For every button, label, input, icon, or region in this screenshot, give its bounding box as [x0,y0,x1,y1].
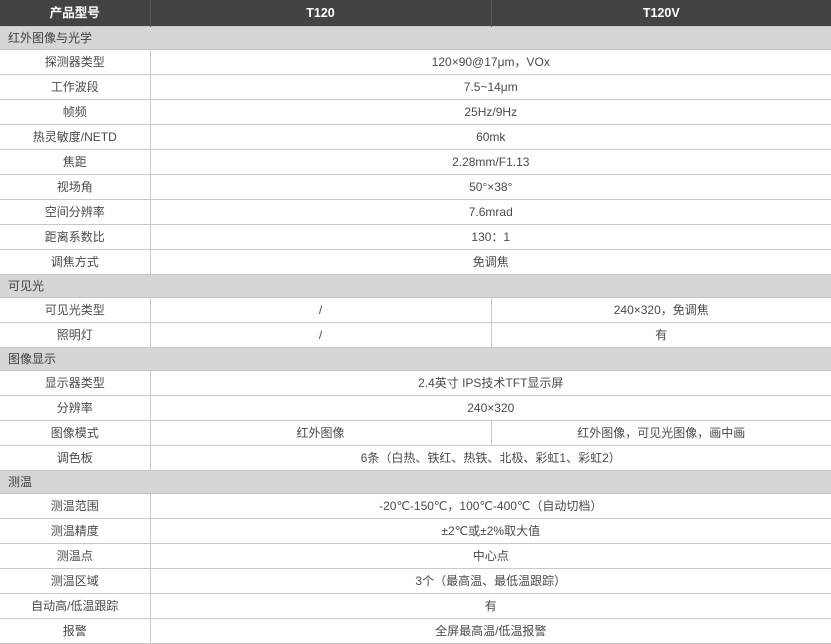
row-label: 帧频 [0,99,151,125]
row-label: 距离系数比 [0,224,151,250]
row-label: 热灵敏度/NETD [0,124,151,150]
table-row: 自动高/低温跟踪有 [0,593,831,619]
section-header-row: 红外图像与光学 [0,26,831,50]
row-label: 测温范围 [0,493,151,519]
row-label: 显示器类型 [0,370,151,396]
row-value-shared: 中心点 [150,543,831,569]
row-value-shared: 3个（最高温、最低温跟踪） [150,568,831,594]
row-value-shared: 全屏最高温/低温报警 [150,618,831,644]
table-row: 热灵敏度/NETD 60mk [0,124,831,150]
row-label: 照明灯 [0,322,151,348]
table-row: 距离系数比 130：1 [0,224,831,250]
table-row: 图像模式 红外图像 红外图像，可见光图像，画中画 [0,420,831,446]
table-row: 空间分辨率 7.6mrad [0,199,831,225]
table-row: 测温点 中心点 [0,543,831,569]
section-header-row: 图像显示 [0,347,831,371]
row-value-t120v: 红外图像，可见光图像，画中画 [491,420,831,446]
row-value-shared: 7.5~14μm [150,74,831,100]
section-header-row: 测温 [0,470,831,494]
row-label: 视场角 [0,174,151,200]
row-value-t120v: 240×320，免调焦 [491,297,831,323]
row-label: 分辨率 [0,395,151,421]
row-value-shared: ±2℃或±2%取大值 [150,518,831,544]
table-header: 产品型号 T120 T120V [0,0,831,27]
table-row: 调色板 6条（白热、铁红、热铁、北极、彩虹1、彩虹2） [0,445,831,471]
table-row: 分辨率 240×320 [0,395,831,421]
row-label: 测温点 [0,543,151,569]
row-value-t120: / [150,297,492,323]
row-label: 探测器类型 [0,49,151,75]
row-label: 报警 [0,618,151,644]
row-value-shared: 2.4英寸 IPS技术TFT显示屏 [150,370,831,396]
row-value-shared: 60mk [150,124,831,150]
row-label: 调焦方式 [0,249,151,275]
row-label: 测温精度 [0,518,151,544]
header-cell-model-t120: T120 [150,0,492,27]
section-title: 图像显示 [0,347,831,371]
row-label: 工作波段 [0,74,151,100]
row-value-shared: 2.28mm/F1.13 [150,149,831,175]
row-label: 自动高/低温跟踪 [0,593,151,619]
table-row: 显示器类型 2.4英寸 IPS技术TFT显示屏 [0,370,831,396]
product-spec-table: 产品型号 T120 T120V 红外图像与光学 探测器类型 120×90@17μm，… [0,0,831,644]
row-label: 可见光类型 [0,297,151,323]
header-cell-product-model: 产品型号 [0,0,151,27]
row-value-t120v: 有 [491,322,831,348]
row-value-shared: -20℃-150℃，100℃-400℃（自动切档） [150,493,831,519]
section-header-row: 可见光 [0,274,831,298]
row-label: 测温区域 [0,568,151,594]
row-label: 图像模式 [0,420,151,446]
row-value-shared: 7.6mrad [150,199,831,225]
table-row: 焦距 2.28mm/F1.13 [0,149,831,175]
row-label: 空间分辨率 [0,199,151,225]
table-row: 可见光类型/240×320，免调焦 [0,297,831,323]
row-value-shared: 240×320 [150,395,831,421]
table-row: 测温范围 -20℃-150℃，100℃-400℃（自动切档） [0,493,831,519]
section-title: 测温 [0,470,831,494]
table-row: 探测器类型 120×90@17μm，VOx [0,49,831,75]
table-row: 照明灯 / 有 [0,322,831,348]
table-row: 测温区域 3个（最高温、最低温跟踪） [0,568,831,594]
table-row: 调焦方式 免调焦 [0,249,831,275]
table-row: 报警 全屏最高温/低温报警 [0,618,831,644]
row-value-shared: 50°×38° [150,174,831,200]
section-title: 红外图像与光学 [0,26,831,50]
row-value-t120: 红外图像 [150,420,492,446]
row-value-shared: 6条（白热、铁红、热铁、北极、彩虹1、彩虹2） [150,445,831,471]
row-value-shared: 120×90@17μm，VOx [150,49,831,75]
table-row: 帧频 25Hz/9Hz [0,99,831,125]
row-value-shared: 25Hz/9Hz [150,99,831,125]
row-value-shared: 有 [150,593,831,619]
table-body: 红外图像与光学 探测器类型 120×90@17μm，VOx 工作波段 7.5~14μm 帧… [0,26,831,644]
table-row: 视场角 50°×38° [0,174,831,200]
table-row: 测温精度 ±2℃或±2%取大值 [0,518,831,544]
header-row: 产品型号 T120 T120V [0,0,831,27]
row-label: 焦距 [0,149,151,175]
section-title: 可见光 [0,274,831,298]
row-value-shared: 130：1 [150,224,831,250]
header-cell-model-t120v: T120V [491,0,831,27]
row-value-t120: / [150,322,492,348]
row-value-shared: 免调焦 [150,249,831,275]
table-row: 工作波段 7.5~14μm [0,74,831,100]
row-label: 调色板 [0,445,151,471]
